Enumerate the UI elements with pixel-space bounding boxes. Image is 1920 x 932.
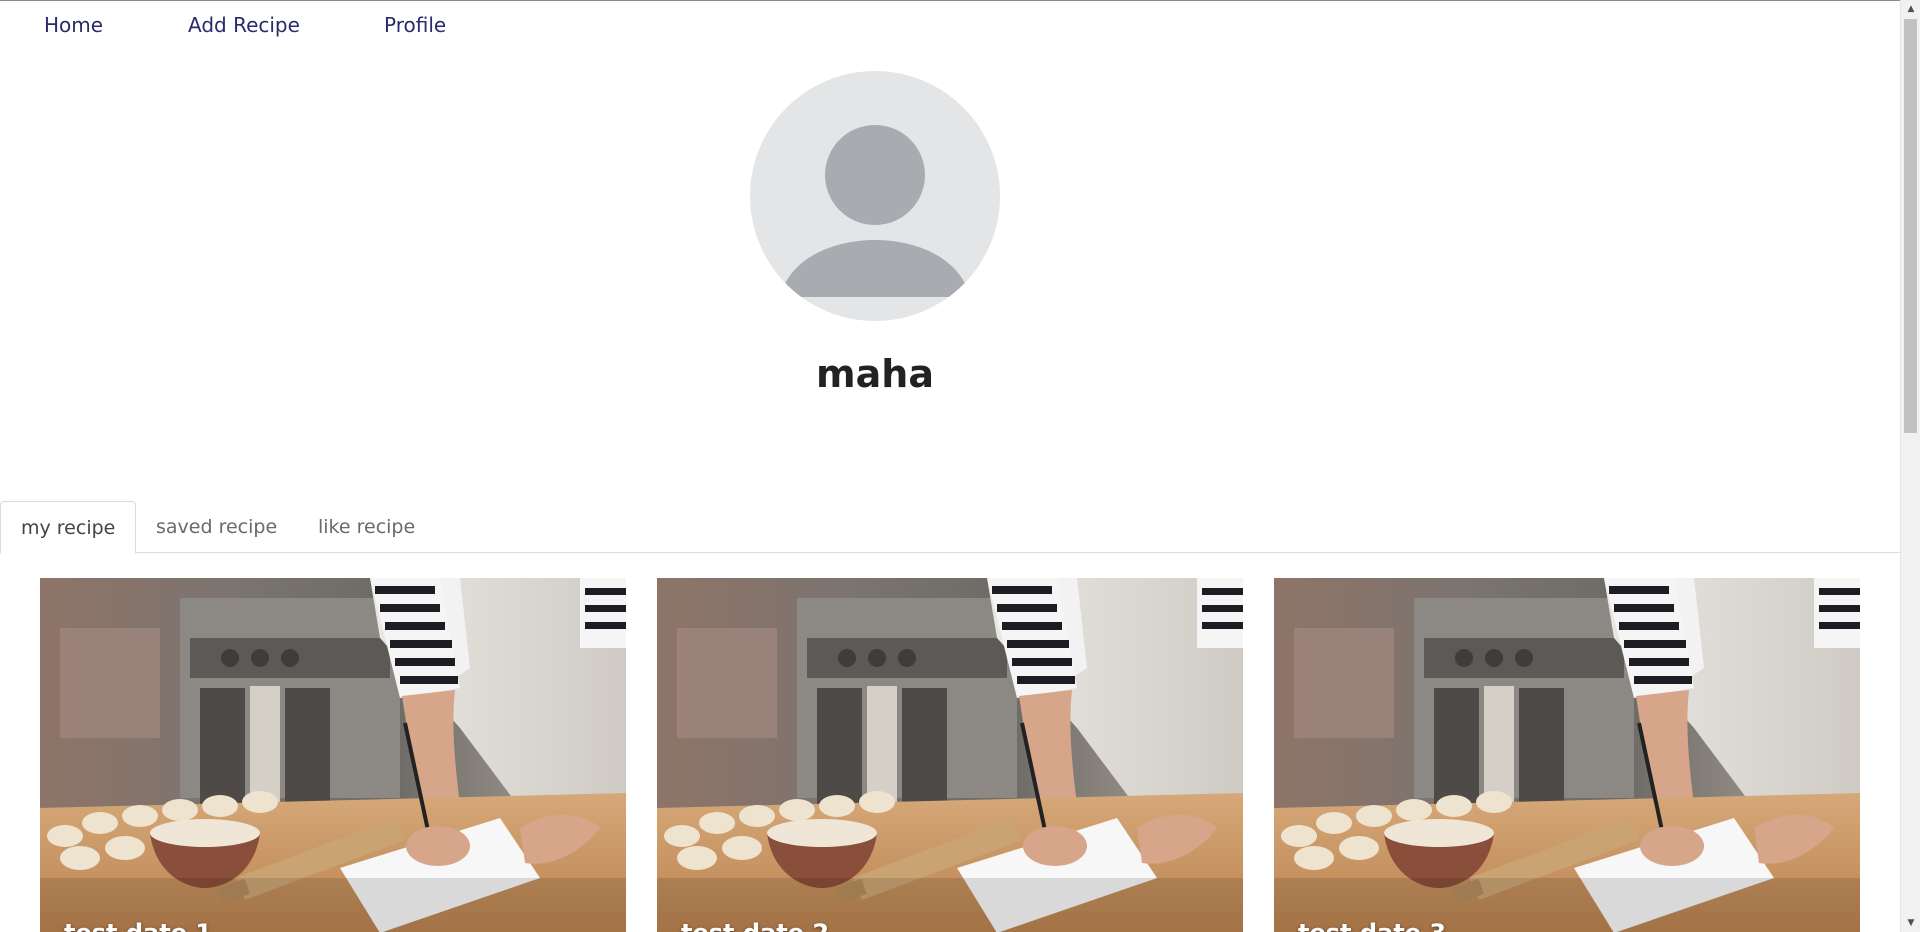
recipe-photo [657, 578, 1243, 932]
recipe-card[interactable]: test date 3 [1274, 578, 1860, 932]
scroll-thumb[interactable] [1904, 19, 1917, 433]
recipe-card-title: test date 3 [1298, 918, 1446, 932]
tab-my-recipe[interactable]: my recipe [0, 501, 137, 554]
nav-home-link[interactable]: Home [44, 13, 103, 37]
tab-saved-recipe[interactable]: saved recipe [136, 501, 297, 553]
scroll-down-arrow-icon[interactable]: ▼ [1901, 914, 1920, 932]
recipe-tabs: my recipe saved recipe like recipe [0, 501, 1900, 554]
user-placeholder-icon [780, 125, 970, 297]
recipe-card[interactable]: test date 2 [657, 578, 1243, 932]
nav-profile-link[interactable]: Profile [384, 13, 446, 37]
avatar [750, 71, 1000, 321]
page-viewport: Home Add Recipe Profile maha my recipe s… [0, 0, 1900, 932]
nav-add-recipe-link[interactable]: Add Recipe [188, 13, 300, 37]
recipe-photo [40, 578, 626, 932]
top-nav: Home Add Recipe Profile [0, 1, 1900, 49]
recipe-card-title: test date 2 [681, 918, 829, 932]
vertical-scrollbar[interactable]: ▲ ▼ [1900, 0, 1920, 932]
recipe-photo [1274, 578, 1860, 932]
profile-username: maha [816, 352, 934, 396]
tab-like-recipe[interactable]: like recipe [298, 501, 435, 553]
scroll-up-arrow-icon[interactable]: ▲ [1901, 0, 1920, 18]
recipe-card-title: test date 1 [64, 918, 212, 932]
recipe-card[interactable]: test date 1 [40, 578, 626, 932]
